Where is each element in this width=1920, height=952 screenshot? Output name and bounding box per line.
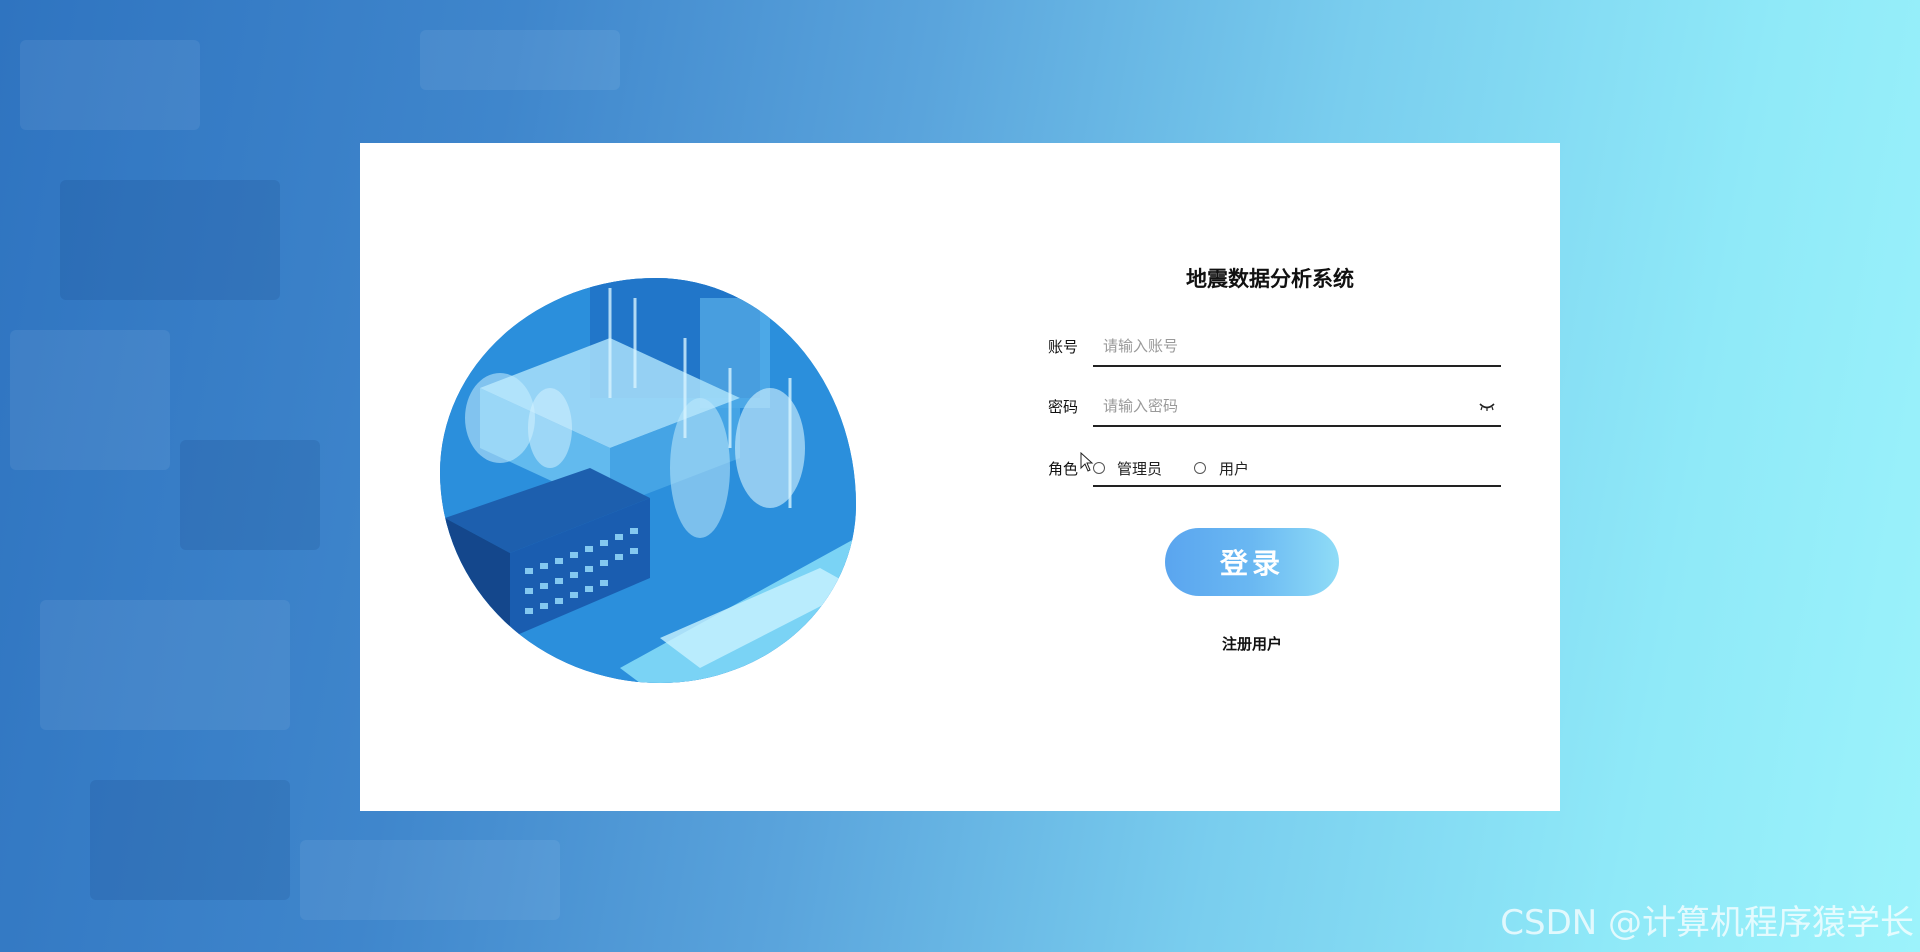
account-input[interactable]	[1103, 335, 1463, 357]
factory-illustration-graphic	[440, 278, 856, 683]
password-field[interactable]	[1093, 389, 1501, 427]
account-field[interactable]	[1093, 329, 1501, 367]
background-shape	[420, 30, 620, 90]
background-shape	[180, 440, 320, 550]
factory-illustration	[440, 278, 856, 683]
background-shape	[40, 600, 290, 730]
background-shape	[300, 840, 560, 920]
role-radio-group: 管理员 用户	[1093, 449, 1501, 487]
password-input[interactable]	[1103, 395, 1463, 417]
page-title: 地震数据分析系统	[1186, 267, 1354, 291]
role-radio-admin[interactable]	[1093, 462, 1105, 474]
role-option-user-label[interactable]: 用户	[1219, 458, 1249, 479]
background-shape	[60, 180, 280, 300]
role-label: 角色	[1048, 460, 1079, 478]
background-shape	[90, 780, 290, 900]
background-shape	[20, 40, 200, 130]
role-option-admin-label[interactable]: 管理员	[1117, 458, 1162, 479]
password-label: 密码	[1048, 398, 1079, 416]
login-button[interactable]: 登录	[1165, 528, 1339, 596]
background-shape	[10, 330, 170, 470]
account-label: 账号	[1048, 338, 1079, 356]
role-radio-user[interactable]	[1194, 462, 1206, 474]
register-link[interactable]: 注册用户	[1202, 633, 1302, 654]
watermark: CSDN @计算机程序猿学长	[1500, 903, 1914, 943]
eye-closed-icon[interactable]	[1479, 402, 1495, 412]
login-card: 地震数据分析系统 账号 密码 角色 管理员 用户 登录 注册用户	[360, 143, 1560, 811]
mouse-cursor-icon	[1080, 452, 1094, 472]
